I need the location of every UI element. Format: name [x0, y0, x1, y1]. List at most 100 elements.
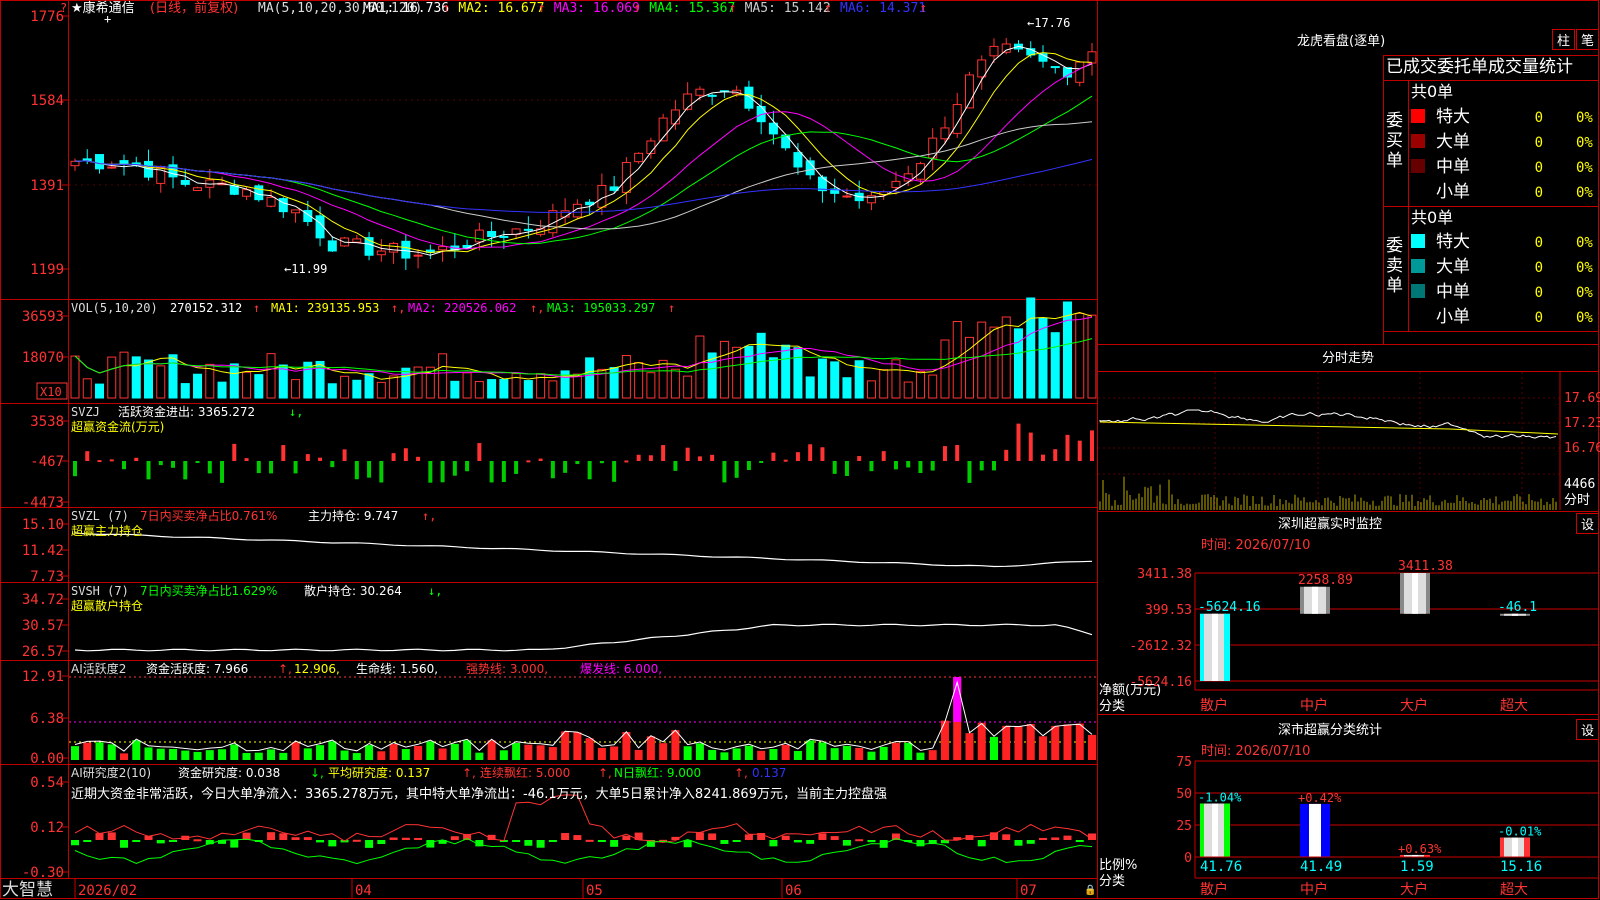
arrow-up-icon: ↑, — [462, 766, 476, 780]
activity-bar — [524, 744, 533, 760]
order-name: 小单 — [1436, 182, 1470, 202]
volume-bar — [450, 380, 460, 399]
research-bar — [585, 839, 594, 842]
research-bar — [193, 839, 202, 842]
order-name: 大单 — [1436, 132, 1470, 152]
volume-bar — [266, 353, 276, 399]
buy-total: 共0单 — [1411, 82, 1453, 101]
fund-flow-bar — [428, 461, 433, 483]
order-count: 0 — [1535, 110, 1543, 126]
intraday-chart[interactable]: 17.69 17.23 16.76 4466分时 — [1098, 372, 1600, 510]
fund-flow-bar — [146, 461, 151, 480]
kline-panel[interactable]: 1776158413911199 ←17.76 ←11.99 ? + — [30, 1, 1097, 278]
activity-bar — [573, 732, 582, 760]
volume-bar — [217, 381, 227, 399]
air-t1: 资金研究度: 0.038 — [178, 765, 280, 780]
activity-bar — [365, 745, 374, 760]
sz-title: 深圳超赢实时监控 — [1278, 516, 1382, 532]
fund-flow-bar — [403, 448, 408, 461]
candle-body — [291, 209, 301, 214]
period-note[interactable]: (日线，前复权) — [150, 0, 238, 16]
order-count: 0 — [1535, 260, 1543, 276]
order-pct: 0% — [1576, 285, 1593, 301]
ss-axis-label: 0 — [1184, 851, 1192, 866]
fund-flow-bar — [391, 453, 396, 461]
activity-bar — [181, 750, 190, 760]
activity-bar — [610, 746, 619, 760]
question-mark[interactable]: ? — [60, 1, 67, 15]
svzj-panel: 3538 -467 -4473 SVZJ 活跃资金进出: 3365.272 ↓, 超… — [22, 404, 1094, 511]
research-bar — [365, 840, 374, 848]
moving-average-lines — [74, 45, 1093, 256]
vol-value: 270152.312 — [170, 301, 242, 315]
research-bar — [352, 839, 361, 842]
fund-flow-bar — [207, 461, 212, 474]
research-bar — [720, 840, 729, 844]
vol-ma1: MA1: 239135.953 — [271, 301, 379, 315]
candle-body — [229, 185, 239, 195]
activity-bar — [708, 749, 717, 760]
volume-bar — [646, 372, 656, 399]
research-bar — [744, 834, 753, 840]
research-bar — [536, 840, 545, 848]
candle-body — [180, 179, 190, 185]
candlesticks[interactable] — [70, 37, 1097, 270]
volume-bar — [928, 374, 938, 399]
air-t3: 连续飘红: 5.000 — [480, 765, 570, 780]
order-name: 中单 — [1436, 157, 1470, 177]
fund-flow-bar — [648, 455, 653, 461]
time-label: 07 — [1020, 883, 1037, 899]
volume-ma-line — [74, 338, 1093, 376]
arrow-up-icon: ↑, — [734, 766, 748, 780]
research-bar — [610, 840, 619, 847]
ma-legend: MA1: 16.736↑ MA2: 16.677↑ MA3: 16.069↑ MA4:… — [363, 1, 927, 16]
activity-bar — [867, 751, 876, 760]
kline-header: ★康希通信 (日线，前复权) MA(5,10,20,30,60,120) MA1… — [71, 0, 927, 16]
volume-bar — [1013, 328, 1023, 399]
volume-bar — [168, 354, 178, 399]
activity-bar — [536, 745, 545, 760]
volume-panel: 36593 18070 X10 VOL(5,10,20) 270152.312 ↑… — [22, 297, 1097, 400]
fund-flow-bar — [452, 461, 457, 476]
lock-icon[interactable]: 🔒 — [1084, 884, 1096, 896]
aia-label: AI活跃度2 — [71, 661, 126, 676]
volume-bar — [1087, 314, 1097, 399]
ss-axis-label: 50 — [1176, 787, 1192, 802]
ai-active-panel: 12.91 6.38 0.00 AI活跃度2 资金活跃度: 7.966 ↑, 12.… — [22, 661, 1097, 767]
activity-bar — [303, 748, 312, 760]
air-comment: 近期大资金非常活跃，今日大单净流入：3365.278万元，其中特大单净流出：-4… — [71, 786, 887, 802]
research-bar — [169, 840, 178, 842]
ai-research-axis: 0.54 0.12 -0.30 — [22, 775, 68, 881]
volume-bar — [242, 371, 252, 399]
volume-bar — [156, 365, 166, 399]
volume-bar — [1038, 317, 1048, 399]
fund-flow-bar — [195, 461, 200, 463]
bar-center — [1212, 613, 1218, 681]
fund-flow-bar — [979, 461, 984, 471]
candle-body — [499, 235, 509, 238]
arrow-up-icon: ↑ — [253, 301, 260, 315]
volume-bar — [278, 364, 288, 399]
volume-bar — [977, 321, 987, 399]
activity-bar — [291, 742, 300, 760]
fund-flow-bar — [563, 461, 568, 473]
aia-t5: 爆发线: 6.000, — [580, 661, 662, 676]
arrow-up-icon: ↑, — [422, 509, 436, 523]
candle-body — [266, 196, 276, 207]
activity-bar — [205, 750, 214, 760]
fund-flow-bar — [465, 461, 470, 472]
axis-label: 3538 — [30, 414, 64, 430]
ss-ylabel: 比例% — [1099, 858, 1137, 873]
fund-flow-bar — [575, 461, 580, 465]
ss-value-label: 41.76 — [1200, 859, 1242, 875]
bar-edge — [1200, 803, 1204, 857]
research-bar — [806, 840, 815, 844]
stock-name[interactable]: ★康希通信 — [71, 0, 135, 16]
fund-flow-bar — [367, 461, 372, 478]
bar-center — [1512, 837, 1518, 857]
activity-bar — [842, 745, 851, 760]
low-price-marker: ←11.99 — [284, 262, 327, 276]
activity-bar — [1002, 725, 1011, 760]
research-bar — [781, 835, 790, 840]
ma-line — [74, 45, 1093, 256]
